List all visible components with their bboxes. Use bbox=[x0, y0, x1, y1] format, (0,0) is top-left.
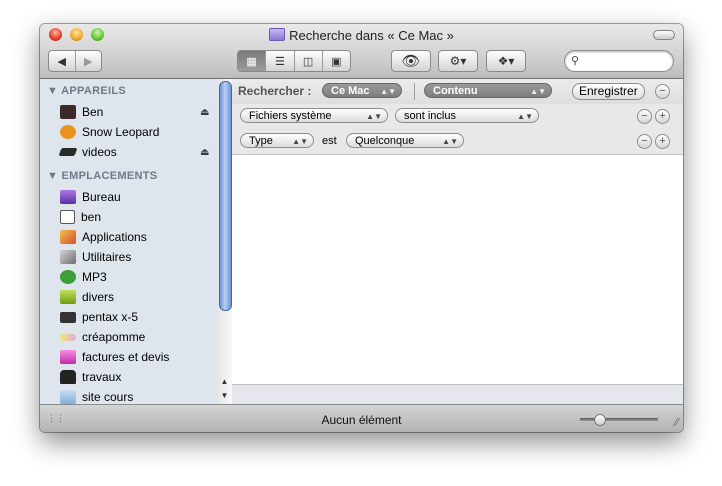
scroll-down-icon[interactable]: ▼ bbox=[217, 389, 232, 403]
search-input[interactable] bbox=[585, 53, 669, 69]
sidebar-item-divers[interactable]: divers bbox=[60, 288, 212, 306]
search-mode-popup[interactable]: Contenu ▲▼ bbox=[424, 83, 552, 98]
type-attribute-popup[interactable]: Type ▲▼ bbox=[240, 133, 314, 148]
dropbox-menu-button[interactable]: ❖▾ bbox=[486, 50, 526, 72]
scroll-up-icon[interactable]: ▲ bbox=[217, 375, 232, 389]
scrollbar-thumb[interactable] bbox=[219, 81, 232, 311]
sidebar-item-bureau[interactable]: Bureau bbox=[60, 188, 212, 206]
divers-folder-icon bbox=[60, 290, 76, 304]
forward-arrow-icon[interactable]: ▶ bbox=[76, 51, 102, 71]
search-icon: ⚲ bbox=[571, 55, 580, 67]
status-bar: ⋮⋮ Aucun élément ∕∕ bbox=[40, 404, 683, 432]
criterion-row-type: Type ▲▼ est Quelconque ▲▼ − + bbox=[232, 129, 683, 155]
eject-icon[interactable]: ⏏ bbox=[200, 147, 209, 158]
sidebar-scrollbar[interactable]: ▲ ▼ bbox=[217, 79, 233, 404]
eject-icon[interactable]: ⏏ bbox=[200, 107, 209, 118]
operator-popup[interactable]: sont inclus ▲▼ bbox=[395, 108, 539, 123]
window-resize-grip-icon[interactable]: ∕∕ bbox=[675, 415, 679, 429]
applications-icon bbox=[60, 230, 76, 244]
sidebar-item-ben-home[interactable]: ben bbox=[60, 208, 212, 226]
sidebar-header-devices[interactable]: ▼ APPAREILS bbox=[47, 85, 126, 97]
creapomme-icon bbox=[60, 333, 76, 341]
add-criterion-icon[interactable]: + bbox=[655, 134, 670, 149]
slider-knob[interactable] bbox=[593, 414, 606, 426]
action-menu-button[interactable]: ⚙▾ bbox=[438, 50, 478, 72]
snow-leopard-disk-icon bbox=[60, 125, 76, 139]
criterion-verb: est bbox=[322, 135, 337, 147]
desktop-icon bbox=[60, 190, 76, 204]
gear-icon: ⚙▾ bbox=[449, 54, 467, 68]
view-switcher: ▦ ☰ ◫ ▣ bbox=[237, 50, 351, 72]
dropbox-icon: ❖▾ bbox=[497, 54, 515, 68]
disclosure-triangle-icon[interactable]: ▼ bbox=[47, 170, 58, 182]
popup-chevron-icon: ▲▼ bbox=[380, 87, 396, 96]
results-horizontal-scrollbar[interactable] bbox=[232, 384, 683, 405]
type-value-popup[interactable]: Quelconque ▲▼ bbox=[346, 133, 464, 148]
travaux-icon bbox=[60, 370, 76, 384]
list-view-icon[interactable]: ☰ bbox=[266, 51, 295, 71]
eye-icon: 👁 bbox=[401, 53, 421, 70]
sidebar-item-snow-leopard[interactable]: Snow Leopard bbox=[60, 123, 212, 141]
scope-ce-mac-button[interactable]: Ce Mac ▲▼ bbox=[322, 83, 402, 98]
icon-view-icon[interactable]: ▦ bbox=[238, 51, 267, 71]
window-title: Recherche dans « Ce Mac » bbox=[40, 28, 683, 43]
criterion-row-system-files: Fichiers système ▲▼ sont inclus ▲▼ − + bbox=[232, 104, 683, 130]
popup-chevron-icon: ▲▼ bbox=[442, 137, 458, 146]
sidebar-item-ben[interactable]: Ben ⏏ bbox=[60, 103, 212, 121]
factures-icon bbox=[60, 350, 76, 364]
remove-criterion-icon[interactable]: − bbox=[637, 109, 652, 124]
sidebar-item-factures[interactable]: factures et devis bbox=[60, 348, 212, 366]
disclosure-triangle-icon[interactable]: ▼ bbox=[47, 85, 58, 97]
remove-criterion-icon[interactable]: − bbox=[637, 134, 652, 149]
sidebar-item-mp3[interactable]: MP3 bbox=[60, 268, 212, 286]
save-search-button[interactable]: Enregistrer bbox=[572, 83, 645, 100]
search-label: Rechercher : bbox=[238, 84, 312, 98]
smart-folder-icon bbox=[269, 28, 286, 41]
scope-divider bbox=[414, 83, 415, 100]
home-icon bbox=[60, 210, 75, 224]
add-criterion-icon[interactable]: + bbox=[655, 109, 670, 124]
disk-icon bbox=[58, 148, 78, 156]
mp3-icon bbox=[60, 270, 76, 284]
popup-chevron-icon: ▲▼ bbox=[292, 137, 308, 146]
titlebar[interactable]: Recherche dans « Ce Mac » ◀ ▶ ▦ ☰ ◫ ▣ 👁 … bbox=[40, 24, 683, 79]
popup-chevron-icon: ▲▼ bbox=[530, 87, 546, 96]
back-arrow-icon[interactable]: ◀ bbox=[49, 51, 76, 71]
sidebar-item-creapomme[interactable]: créapomme bbox=[60, 328, 212, 346]
popup-chevron-icon: ▲▼ bbox=[517, 112, 533, 121]
sidebar: ▼ APPAREILS Ben ⏏ Snow Leopard videos ⏏ … bbox=[40, 79, 218, 404]
quick-look-button[interactable]: 👁 bbox=[391, 50, 431, 72]
search-results-area: Rechercher : Ce Mac ▲▼ Contenu ▲▼ Enregist… bbox=[232, 79, 683, 405]
toolbar-toggle-button[interactable] bbox=[653, 30, 675, 40]
popup-chevron-icon: ▲▼ bbox=[366, 112, 382, 121]
search-field[interactable]: ⚲ bbox=[564, 50, 674, 72]
search-scope-bar: Rechercher : Ce Mac ▲▼ Contenu ▲▼ Enregist… bbox=[232, 79, 683, 105]
coverflow-view-icon[interactable]: ▣ bbox=[323, 51, 350, 71]
sidebar-header-places[interactable]: ▼ EMPLACEMENTS bbox=[47, 170, 157, 182]
finder-window: Recherche dans « Ce Mac » ◀ ▶ ▦ ☰ ◫ ▣ 👁 … bbox=[40, 24, 683, 432]
folder-icon bbox=[60, 390, 76, 404]
utilities-icon bbox=[60, 250, 76, 264]
sidebar-item-applications[interactable]: Applications bbox=[60, 228, 212, 246]
sidebar-item-site-cours[interactable]: site cours bbox=[60, 388, 212, 404]
column-view-icon[interactable]: ◫ bbox=[295, 51, 323, 71]
nav-buttons: ◀ ▶ bbox=[48, 50, 102, 72]
sidebar-item-videos[interactable]: videos ⏏ bbox=[58, 143, 212, 161]
remove-criterion-icon[interactable]: − bbox=[655, 84, 670, 99]
sidebar-item-travaux[interactable]: travaux bbox=[60, 368, 212, 386]
icon-size-slider[interactable] bbox=[580, 414, 658, 426]
sidebar-item-pentax[interactable]: pentax x-5 bbox=[60, 308, 212, 326]
sidebar-item-utilitaires[interactable]: Utilitaires bbox=[60, 248, 212, 266]
attribute-popup[interactable]: Fichiers système ▲▼ bbox=[240, 108, 388, 123]
camera-icon bbox=[60, 311, 76, 323]
user-disk-icon bbox=[60, 105, 76, 119]
